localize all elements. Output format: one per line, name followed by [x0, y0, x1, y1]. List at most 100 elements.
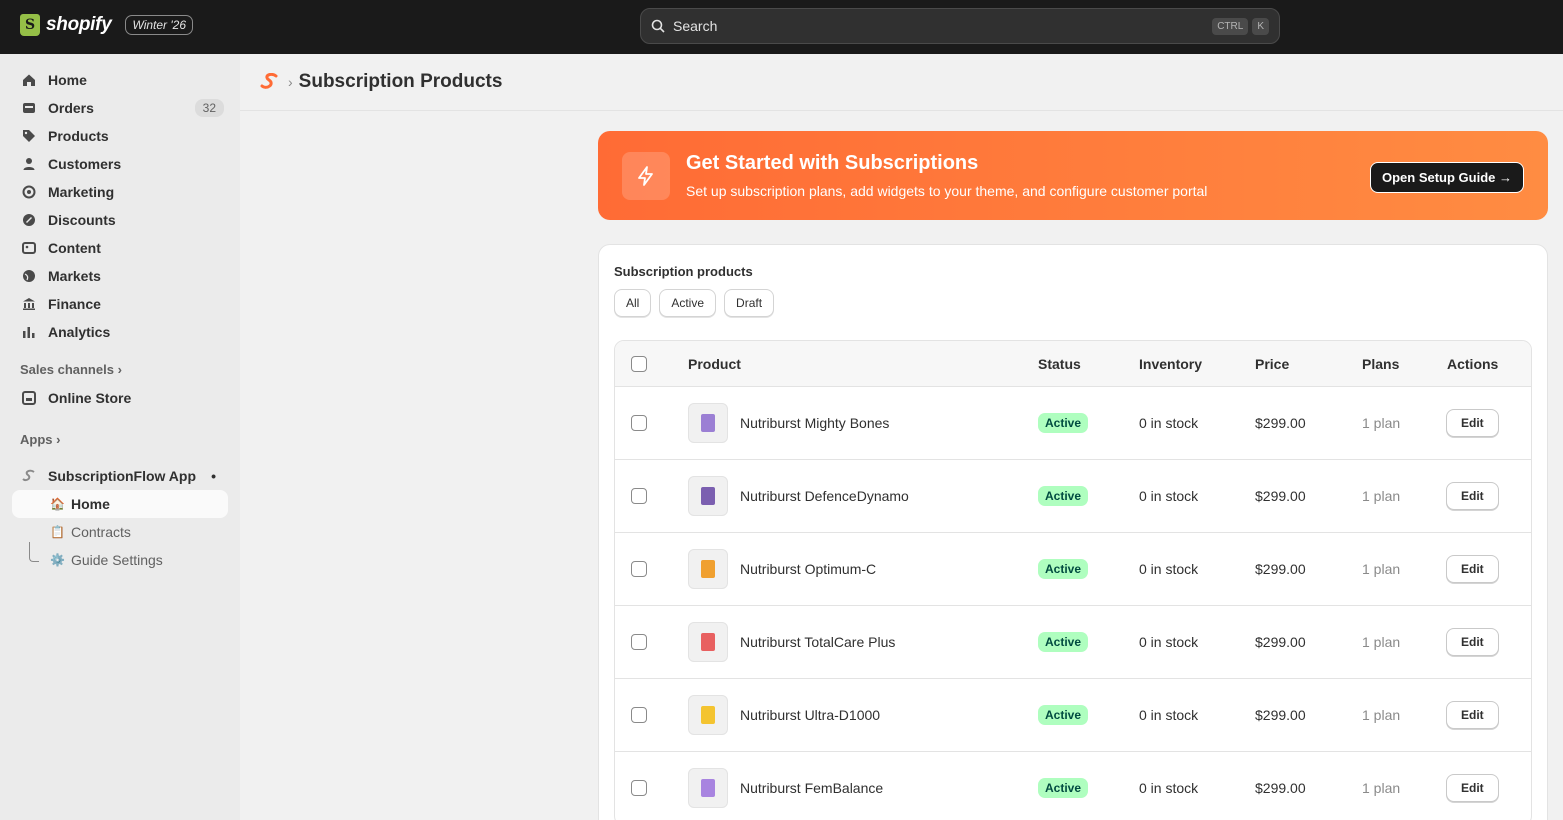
sidebar-item-online-store[interactable]: Online Store [12, 384, 228, 412]
table-header: Product Status Inventory Price Plans Act… [615, 341, 1531, 387]
sidebar-item-home[interactable]: Home [12, 66, 228, 94]
sidebar-item-orders[interactable]: Orders 32 [12, 94, 228, 122]
sidebar-item-label: Online Store [48, 390, 132, 406]
sidebar-item-marketing[interactable]: Marketing [12, 178, 228, 206]
edit-button[interactable]: Edit [1446, 409, 1499, 437]
search-placeholder: Search [673, 18, 718, 34]
edit-button[interactable]: Edit [1446, 555, 1499, 583]
sidebar-item-label: Analytics [48, 324, 111, 340]
filter-all[interactable]: All [614, 289, 652, 317]
product-name[interactable]: Nutriburst TotalCare Plus [740, 634, 895, 650]
shopify-logo[interactable]: shopify Winter '26 [20, 14, 194, 36]
product-bottle-icon [701, 779, 715, 797]
table-row[interactable]: Nutriburst FemBalance Active 0 in stock … [615, 752, 1531, 820]
sales-channels-label: Sales channels [20, 362, 114, 377]
row-checkbox[interactable] [631, 488, 647, 504]
edit-button[interactable]: Edit [1446, 628, 1499, 656]
sales-channels-heading[interactable]: Sales channels › [20, 362, 122, 377]
app-subitem-label: Contracts [70, 524, 131, 540]
product-bottle-icon [701, 706, 715, 724]
sidebar-item-label: SubscriptionFlow App [48, 468, 197, 484]
sidebar: Home Orders 32 Products Customers Market… [0, 54, 240, 820]
orders-icon [23, 103, 35, 113]
product-name[interactable]: Nutriburst DefenceDynamo [740, 488, 909, 504]
status-badge: Active [1038, 632, 1089, 652]
product-bottle-icon [701, 414, 715, 432]
table-row[interactable]: Nutriburst TotalCare Plus Active 0 in st… [615, 606, 1531, 679]
top-bar: shopify Winter '26 Search CTRL K [0, 0, 1563, 54]
edit-button[interactable]: Edit [1446, 482, 1499, 510]
edit-button[interactable]: Edit [1446, 701, 1499, 729]
table-row[interactable]: Nutriburst Ultra-D1000 Active 0 in stock… [615, 679, 1531, 752]
clipboard-emoji-icon: 📋 [50, 525, 65, 539]
table-row[interactable]: Nutriburst Mighty Bones Active 0 in stoc… [615, 387, 1531, 460]
status-badge: Active [1038, 778, 1089, 798]
row-checkbox[interactable] [631, 707, 647, 723]
product-name[interactable]: Nutriburst Optimum-C [740, 561, 876, 577]
open-setup-guide-button[interactable]: Open Setup Guide → [1369, 162, 1524, 193]
app-subitem-label: Guide Settings [70, 552, 163, 568]
row-checkbox[interactable] [631, 415, 647, 431]
column-inventory: Inventory [1139, 355, 1203, 372]
column-status: Status [1038, 355, 1081, 372]
subscription-products-card: Subscription products All Active Draft P… [598, 244, 1548, 820]
table-row[interactable]: Nutriburst DefenceDynamo Active 0 in sto… [615, 460, 1531, 533]
sidebar-item-label: Marketing [48, 184, 115, 200]
sidebar-item-label: Customers [48, 156, 122, 172]
plans-value: 1 plan [1362, 415, 1401, 431]
sidebar-item-discounts[interactable]: Discounts [12, 206, 228, 234]
shopify-bag-icon [20, 14, 40, 36]
sidebar-item-analytics[interactable]: Analytics [12, 318, 228, 346]
plans-value: 1 plan [1362, 488, 1401, 504]
column-plans: Plans [1362, 355, 1400, 372]
search-bar[interactable]: Search CTRL K [640, 8, 1280, 44]
product-bottle-icon [701, 633, 715, 651]
row-checkbox[interactable] [631, 561, 647, 577]
row-checkbox[interactable] [631, 780, 647, 796]
apps-heading[interactable]: Apps › [20, 432, 60, 447]
setup-banner: Get Started with Subscriptions Set up su… [598, 131, 1548, 220]
sidebar-item-finance[interactable]: Finance [12, 290, 228, 318]
sidebar-item-markets[interactable]: Markets [12, 262, 228, 290]
app-subitem-guide-settings[interactable]: ⚙️ Guide Settings [12, 546, 228, 574]
column-actions: Actions [1447, 355, 1499, 372]
main-content: › Subscription Products Get Started with… [240, 54, 1563, 820]
globe-icon [23, 270, 35, 282]
store-icon [22, 391, 36, 405]
filter-draft[interactable]: Draft [724, 289, 775, 317]
inventory-value: 0 in stock [1139, 634, 1199, 650]
price-value: $299.00 [1255, 561, 1306, 577]
sidebar-item-label: Discounts [48, 212, 116, 228]
column-price: Price [1255, 355, 1290, 372]
breadcrumb-separator: › [288, 74, 293, 90]
filter-active[interactable]: Active [659, 289, 717, 317]
plans-value: 1 plan [1362, 561, 1401, 577]
row-checkbox[interactable] [631, 634, 647, 650]
app-subitem-home[interactable]: 🏠 Home [12, 490, 228, 518]
table-row[interactable]: Nutriburst Optimum-C Active 0 in stock $… [615, 533, 1531, 606]
price-value: $299.00 [1255, 707, 1306, 723]
product-name[interactable]: Nutriburst FemBalance [740, 780, 883, 796]
apps-label: Apps [20, 432, 53, 447]
product-thumbnail [688, 476, 728, 516]
chevron-right-icon: › [117, 362, 122, 377]
edition-badge[interactable]: Winter '26 [125, 15, 194, 35]
sidebar-item-subscriptionflow-app[interactable]: SubscriptionFlow App • [12, 462, 228, 490]
inventory-value: 0 in stock [1139, 561, 1199, 577]
app-subitem-contracts[interactable]: 📋 Contracts [12, 518, 228, 546]
sidebar-item-products[interactable]: Products [12, 122, 228, 150]
orders-count-badge: 32 [194, 99, 224, 117]
edit-button[interactable]: Edit [1446, 774, 1499, 802]
app-logo-icon[interactable] [260, 73, 280, 91]
price-value: $299.00 [1255, 488, 1306, 504]
status-badge: Active [1038, 559, 1089, 579]
sidebar-item-customers[interactable]: Customers [12, 150, 228, 178]
product-bottle-icon [701, 560, 715, 578]
product-name[interactable]: Nutriburst Ultra-D1000 [740, 707, 880, 723]
status-badge: Active [1038, 413, 1089, 433]
product-name[interactable]: Nutriburst Mighty Bones [740, 415, 889, 431]
sidebar-item-content[interactable]: Content [12, 234, 228, 262]
sidebar-item-label: Orders [48, 100, 94, 116]
banner-title: Get Started with Subscriptions [686, 152, 979, 174]
select-all-checkbox[interactable] [631, 355, 647, 372]
